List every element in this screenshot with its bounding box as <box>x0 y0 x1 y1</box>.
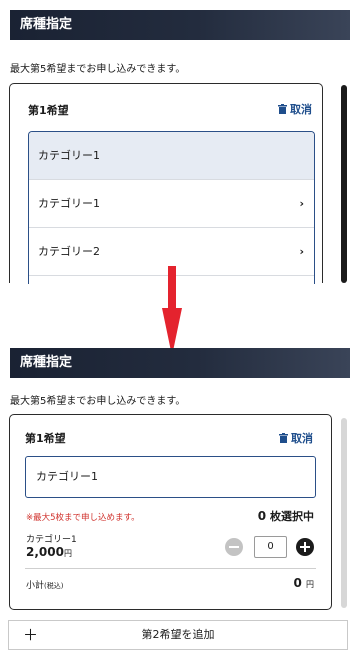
chevron-right-icon: › <box>299 245 304 258</box>
section-title: 席種指定 <box>20 355 73 370</box>
preference-title: 第1希望 <box>25 432 66 445</box>
limit-note: ※最大5枚まで申し込めます。 <box>26 513 140 523</box>
category-select[interactable]: カテゴリー1 <box>25 456 316 498</box>
trash-icon <box>278 104 287 114</box>
section-header-bottom: 席種指定 <box>10 348 350 378</box>
cancel-button[interactable]: 取消 <box>278 101 312 117</box>
cancel-label: 取消 <box>291 432 313 445</box>
ticket-price: 2,000円 <box>26 545 72 559</box>
dropdown-selected-value[interactable]: カテゴリー1 <box>29 132 314 180</box>
preference-notice: 最大第5希望までお申し込みできます。 <box>10 64 186 75</box>
subtotal-value: 0 円 <box>293 576 314 590</box>
preference-card-top: 第1希望 取消 カテゴリー1 カテゴリー1 › カテゴリー2 › <box>9 83 323 284</box>
trash-icon <box>279 433 288 443</box>
dropdown-option[interactable]: カテゴリー1 › <box>29 180 314 228</box>
preference-notice: 最大第5希望までお申し込みできます。 <box>10 396 186 407</box>
section-title: 席種指定 <box>20 17 73 32</box>
plus-circle-icon[interactable] <box>296 538 314 556</box>
minus-circle-icon[interactable] <box>225 538 243 556</box>
add-preference-label: 第2希望を追加 <box>141 628 215 641</box>
scrollbar-bottom[interactable] <box>341 418 347 608</box>
section-header-top: 席種指定 <box>10 10 350 40</box>
cancel-button[interactable]: 取消 <box>279 430 313 446</box>
chevron-right-icon: › <box>299 197 304 210</box>
scrollbar-top[interactable] <box>341 85 347 283</box>
selected-count: 0 枚選択中 <box>257 509 314 523</box>
plus-icon: ＋ <box>23 626 39 644</box>
quantity-input[interactable]: 0 <box>254 536 287 558</box>
ticket-category-label: カテゴリー1 <box>26 535 77 545</box>
cancel-label: 取消 <box>290 103 312 116</box>
add-preference-button[interactable]: ＋ 第2希望を追加 <box>8 620 348 650</box>
subtotal-label: 小計(税込) <box>26 581 64 591</box>
divider <box>25 568 316 569</box>
category-dropdown[interactable]: カテゴリー1 カテゴリー1 › カテゴリー2 › <box>28 131 315 284</box>
preference-title: 第1希望 <box>28 104 69 117</box>
down-arrow-icon <box>162 266 182 356</box>
